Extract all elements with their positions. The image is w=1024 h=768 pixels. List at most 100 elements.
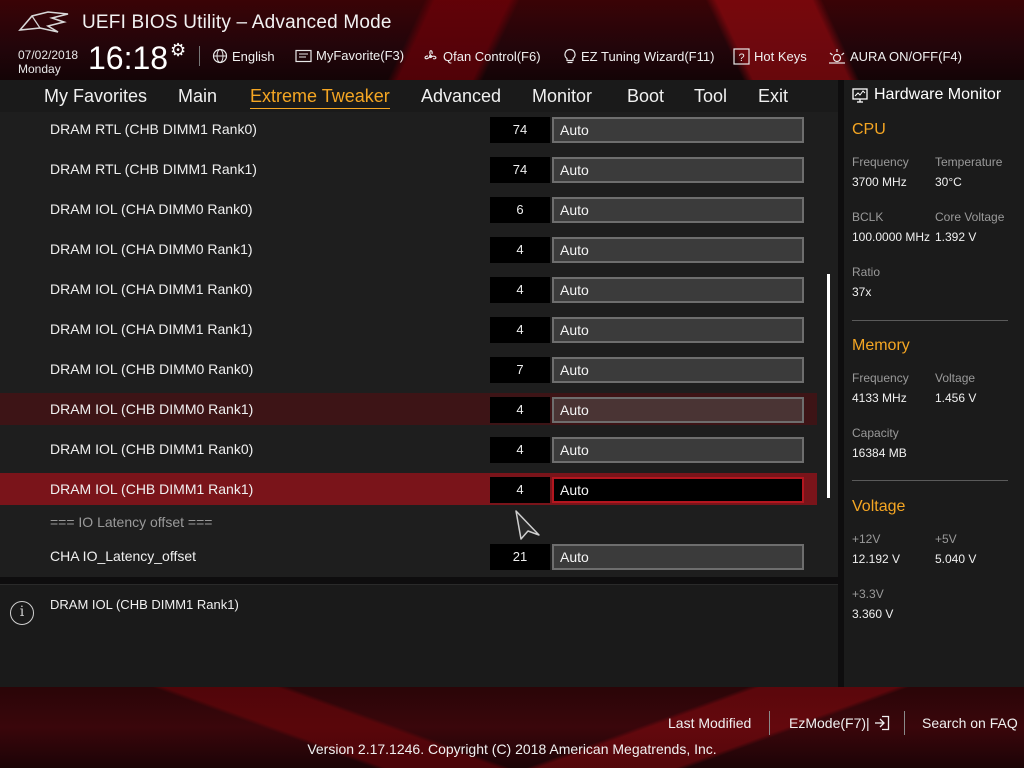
language-label: English <box>232 48 275 64</box>
setting-current-value: 4 <box>490 277 550 303</box>
tab-exit[interactable]: Exit <box>758 86 788 107</box>
ezmode-label: EzMode(F7)| <box>789 715 870 731</box>
setting-option-select[interactable]: Auto <box>552 544 804 570</box>
last-modified-button[interactable]: Last Modified <box>668 715 751 731</box>
help-panel: i DRAM IOL (CHB DIMM1 Rank1) <box>0 584 838 688</box>
settings-panel: DRAM RTL (CHB DIMM1 Rank0) 74 Auto DRAM … <box>0 112 838 577</box>
globe-icon <box>212 48 228 64</box>
setting-option-select[interactable]: Auto <box>552 317 804 343</box>
setting-option-select[interactable]: Auto <box>552 277 804 303</box>
hot-keys-button[interactable]: ? Hot Keys <box>733 48 807 65</box>
v12-value: 12.192 V <box>852 552 901 566</box>
language-button[interactable]: English <box>212 48 275 64</box>
memory-frequency-value: 4133 MHz <box>852 391 907 405</box>
ratio-label: Ratio <box>852 265 881 279</box>
setting-row[interactable]: DRAM IOL (CHA DIMM0 Rank0) 6 Auto <box>0 193 817 225</box>
hot-keys-label: Hot Keys <box>754 49 807 64</box>
footer-bar: Last Modified EzMode(F7)| Search on FAQ … <box>0 687 1024 768</box>
setting-row-hovered[interactable]: DRAM IOL (CHB DIMM0 Rank1) 4 Auto <box>0 393 817 425</box>
help-key-icon: ? <box>733 48 750 65</box>
setting-row[interactable]: CHA IO_Latency_offset 21 Auto <box>0 540 817 572</box>
v5-label: +5V <box>935 532 957 546</box>
gear-icon[interactable]: ⚙ <box>170 40 186 61</box>
setting-option-select[interactable]: Auto <box>552 157 804 183</box>
divider <box>769 711 770 735</box>
setting-option-select[interactable]: Auto <box>552 117 804 143</box>
setting-row[interactable]: DRAM IOL (CHB DIMM0 Rank0) 7 Auto <box>0 353 817 385</box>
setting-current-value: 74 <box>490 157 550 183</box>
tab-my-favorites[interactable]: My Favorites <box>44 86 147 107</box>
capacity-label: Capacity <box>852 426 899 440</box>
setting-row[interactable]: DRAM IOL (CHA DIMM1 Rank1) 4 Auto <box>0 313 817 345</box>
cpu-temperature-label: Temperature <box>935 155 1003 169</box>
tab-main[interactable]: Main <box>178 86 217 107</box>
setting-row[interactable]: DRAM IOL (CHA DIMM1 Rank0) 4 Auto <box>0 273 817 305</box>
v12-label: +12V <box>852 532 881 546</box>
cpu-temperature-value: 30°C <box>935 175 962 189</box>
app-title: UEFI BIOS Utility – Advanced Mode <box>82 12 392 33</box>
aura-label: AURA ON/OFF(F4) <box>850 49 962 64</box>
setting-label: DRAM IOL (CHA DIMM0 Rank1) <box>50 241 253 257</box>
capacity-value: 16384 MB <box>852 446 907 460</box>
setting-label: DRAM RTL (CHB DIMM1 Rank0) <box>50 121 257 137</box>
setting-row-selected[interactable]: DRAM IOL (CHB DIMM1 Rank1) 4 Auto <box>0 473 817 505</box>
setting-current-value: 4 <box>490 477 550 503</box>
cpu-frequency-value: 3700 MHz <box>852 175 907 189</box>
setting-current-value: 4 <box>490 397 550 423</box>
setting-option-select[interactable]: Auto <box>552 237 804 263</box>
setting-row[interactable]: DRAM RTL (CHB DIMM1 Rank1) 74 Auto <box>0 153 817 185</box>
lightbulb-icon <box>564 48 576 64</box>
search-faq-button[interactable]: Search on FAQ <box>922 715 1018 731</box>
setting-label: DRAM IOL (CHB DIMM0 Rank0) <box>50 361 254 377</box>
setting-label: DRAM IOL (CHA DIMM0 Rank0) <box>50 201 253 217</box>
mouse-pointer-icon <box>515 510 540 540</box>
ez-tuning-label: EZ Tuning Wizard(F11) <box>581 49 715 64</box>
tab-advanced[interactable]: Advanced <box>421 86 501 107</box>
setting-row[interactable]: DRAM RTL (CHB DIMM1 Rank0) 74 Auto <box>0 113 817 145</box>
memory-frequency-label: Frequency <box>852 371 909 385</box>
bclk-label: BCLK <box>852 210 884 224</box>
main-menu-bar: My Favorites Main Extreme Tweaker Advanc… <box>0 80 838 113</box>
setting-option-select[interactable]: Auto <box>552 357 804 383</box>
help-description: DRAM IOL (CHB DIMM1 Rank1) <box>50 597 239 612</box>
aura-light-icon <box>829 49 845 64</box>
v33-label: +3.3V <box>852 587 884 601</box>
hardware-monitor-panel: Hardware Monitor CPU Frequency Temperatu… <box>844 80 1024 687</box>
bclk-value: 100.0000 MHz <box>852 230 931 244</box>
aura-toggle-button[interactable]: AURA ON/OFF(F4) <box>828 48 962 65</box>
setting-current-value: 7 <box>490 357 550 383</box>
setting-label: DRAM IOL (CHB DIMM1 Rank0) <box>50 441 254 457</box>
tab-boot[interactable]: Boot <box>627 86 664 107</box>
setting-label: DRAM IOL (CHA DIMM1 Rank0) <box>50 281 253 297</box>
tab-tool[interactable]: Tool <box>694 86 727 107</box>
ez-tuning-wizard-button[interactable]: EZ Tuning Wizard(F11) <box>563 48 714 65</box>
setting-row[interactable]: DRAM IOL (CHB DIMM1 Rank0) 4 Auto <box>0 433 817 465</box>
setting-option-select[interactable]: Auto <box>552 477 804 503</box>
setting-current-value: 6 <box>490 197 550 223</box>
myfavorite-button[interactable]: MyFavorite(F3) <box>295 48 404 63</box>
ezmode-button[interactable]: EzMode(F7)| <box>789 715 890 731</box>
core-voltage-label: Core Voltage <box>935 210 1005 224</box>
tab-extreme-tweaker[interactable]: Extreme Tweaker <box>250 86 390 109</box>
divider <box>852 320 1008 321</box>
setting-option-select[interactable]: Auto <box>552 437 804 463</box>
setting-option-select[interactable]: Auto <box>552 397 804 423</box>
qfan-control-button[interactable]: Qfan Control(F6) <box>422 48 541 65</box>
favorite-icon <box>295 49 312 62</box>
memory-heading: Memory <box>852 337 910 354</box>
divider <box>199 46 200 66</box>
fan-icon <box>424 50 437 60</box>
section-header: === IO Latency offset === <box>50 514 213 530</box>
setting-current-value: 4 <box>490 437 550 463</box>
setting-option-select[interactable]: Auto <box>552 197 804 223</box>
weekday-text: Monday <box>18 62 61 76</box>
tab-monitor[interactable]: Monitor <box>532 86 592 107</box>
qfan-label: Qfan Control(F6) <box>443 49 541 64</box>
core-voltage-value: 1.392 V <box>935 230 977 244</box>
setting-label: DRAM RTL (CHB DIMM1 Rank1) <box>50 161 257 177</box>
v33-value: 3.360 V <box>852 607 894 621</box>
setting-row[interactable]: DRAM IOL (CHA DIMM0 Rank1) 4 Auto <box>0 233 817 265</box>
scrollbar-thumb[interactable] <box>827 274 830 498</box>
setting-label: DRAM IOL (CHB DIMM1 Rank1) <box>50 481 254 497</box>
setting-current-value: 4 <box>490 237 550 263</box>
